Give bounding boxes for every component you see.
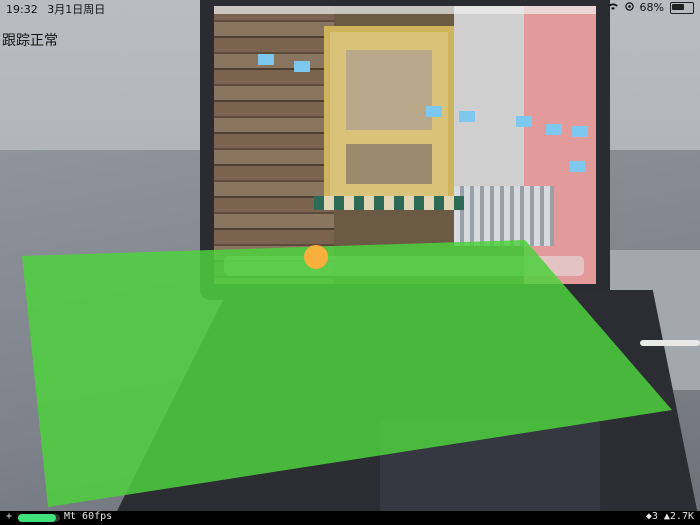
ar-debug-stats-bar: + Mt 60fps ◆3 ▲2.7K — [0, 511, 700, 525]
status-right: 68% — [607, 1, 694, 14]
window-glass-bottom — [346, 144, 432, 184]
battery-percent: 68% — [639, 1, 664, 14]
frame-time-meter — [18, 514, 60, 522]
fps-readout: Mt 60fps — [64, 511, 113, 522]
tracking-status-label: 跟踪正常 — [2, 33, 58, 49]
tile-strip — [314, 196, 464, 210]
frame-time-meter-fill — [18, 514, 56, 522]
status-time: 19:32 — [6, 3, 38, 16]
wifi-icon — [607, 1, 619, 14]
location-icon — [624, 1, 634, 14]
folder-icon — [294, 61, 310, 72]
grey-wall — [454, 6, 524, 206]
laptop-trackpad — [380, 420, 600, 520]
window-glass-top — [346, 50, 432, 130]
folder-icon — [572, 126, 588, 137]
ios-status-bar: 19:32 3月1日周日 68% — [0, 0, 700, 16]
folder-icon — [459, 111, 475, 122]
status-date: 3月1日周日 — [47, 3, 106, 16]
charging-cable — [640, 340, 700, 346]
battery-fill — [672, 3, 685, 10]
status-left: 19:32 3月1日周日 — [6, 1, 105, 17]
folder-icon — [258, 54, 274, 65]
stone-wall — [214, 6, 334, 284]
ar-anchor-dot — [304, 245, 328, 269]
folder-icon — [546, 124, 562, 135]
laptop-screen — [214, 6, 596, 284]
folder-icon — [516, 116, 532, 127]
battery-icon — [670, 1, 694, 14]
debug-plus-button[interactable]: + — [6, 511, 12, 522]
mac-dock — [224, 256, 584, 276]
folder-icon — [426, 106, 442, 117]
bottle-shelf — [454, 186, 554, 246]
folder-icon — [569, 161, 585, 172]
node-count-readout: ◆3 ▲2.7K — [645, 511, 694, 522]
camera-feed — [0, 0, 700, 525]
